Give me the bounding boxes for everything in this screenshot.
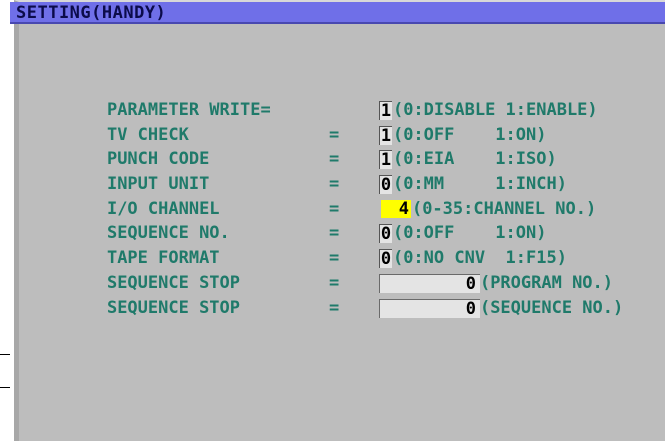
setting-row-input-unit: INPUT UNIT = 0 (0:MM 1:INCH) xyxy=(66,151,567,194)
left-edge-tick xyxy=(0,387,10,388)
setting-row-tv-check: TV CHECK = 1 (0:OFF 1:ON) xyxy=(66,102,547,145)
left-edge-tick xyxy=(0,354,10,355)
setting-value-field[interactable]: 0 xyxy=(378,298,480,318)
setting-row-punch-code: PUNCH CODE = 1 (0:EIA 1:ISO) xyxy=(66,126,557,169)
setting-row-io-channel: I/O CHANNEL = 4 (0-35:CHANNEL NO.) xyxy=(66,176,596,219)
setting-row-parameter-write: PARAMETER WRITE= 1 (0:DISABLE 1:ENABLE) xyxy=(66,77,598,120)
equals-sign: = xyxy=(328,298,340,318)
setting-row-sequence-stop-program: SEQUENCE STOP = 0 (PROGRAM NO.) xyxy=(66,250,613,293)
setting-label: SEQUENCE STOP xyxy=(106,298,241,318)
screen-title: SETTING(HANDY) xyxy=(10,2,665,24)
setting-row-tape-format: TAPE FORMAT = 0 (0:NO CNV 1:F15) xyxy=(66,225,567,268)
setting-row-sequence-no: SEQUENCE NO. = 0 (0:OFF 1:ON) xyxy=(66,200,547,243)
setting-row-sequence-stop-sequence: SEQUENCE STOP = 0 (SEQUENCE NO.) xyxy=(66,275,623,318)
setting-description: (SEQUENCE NO.) xyxy=(479,298,624,318)
